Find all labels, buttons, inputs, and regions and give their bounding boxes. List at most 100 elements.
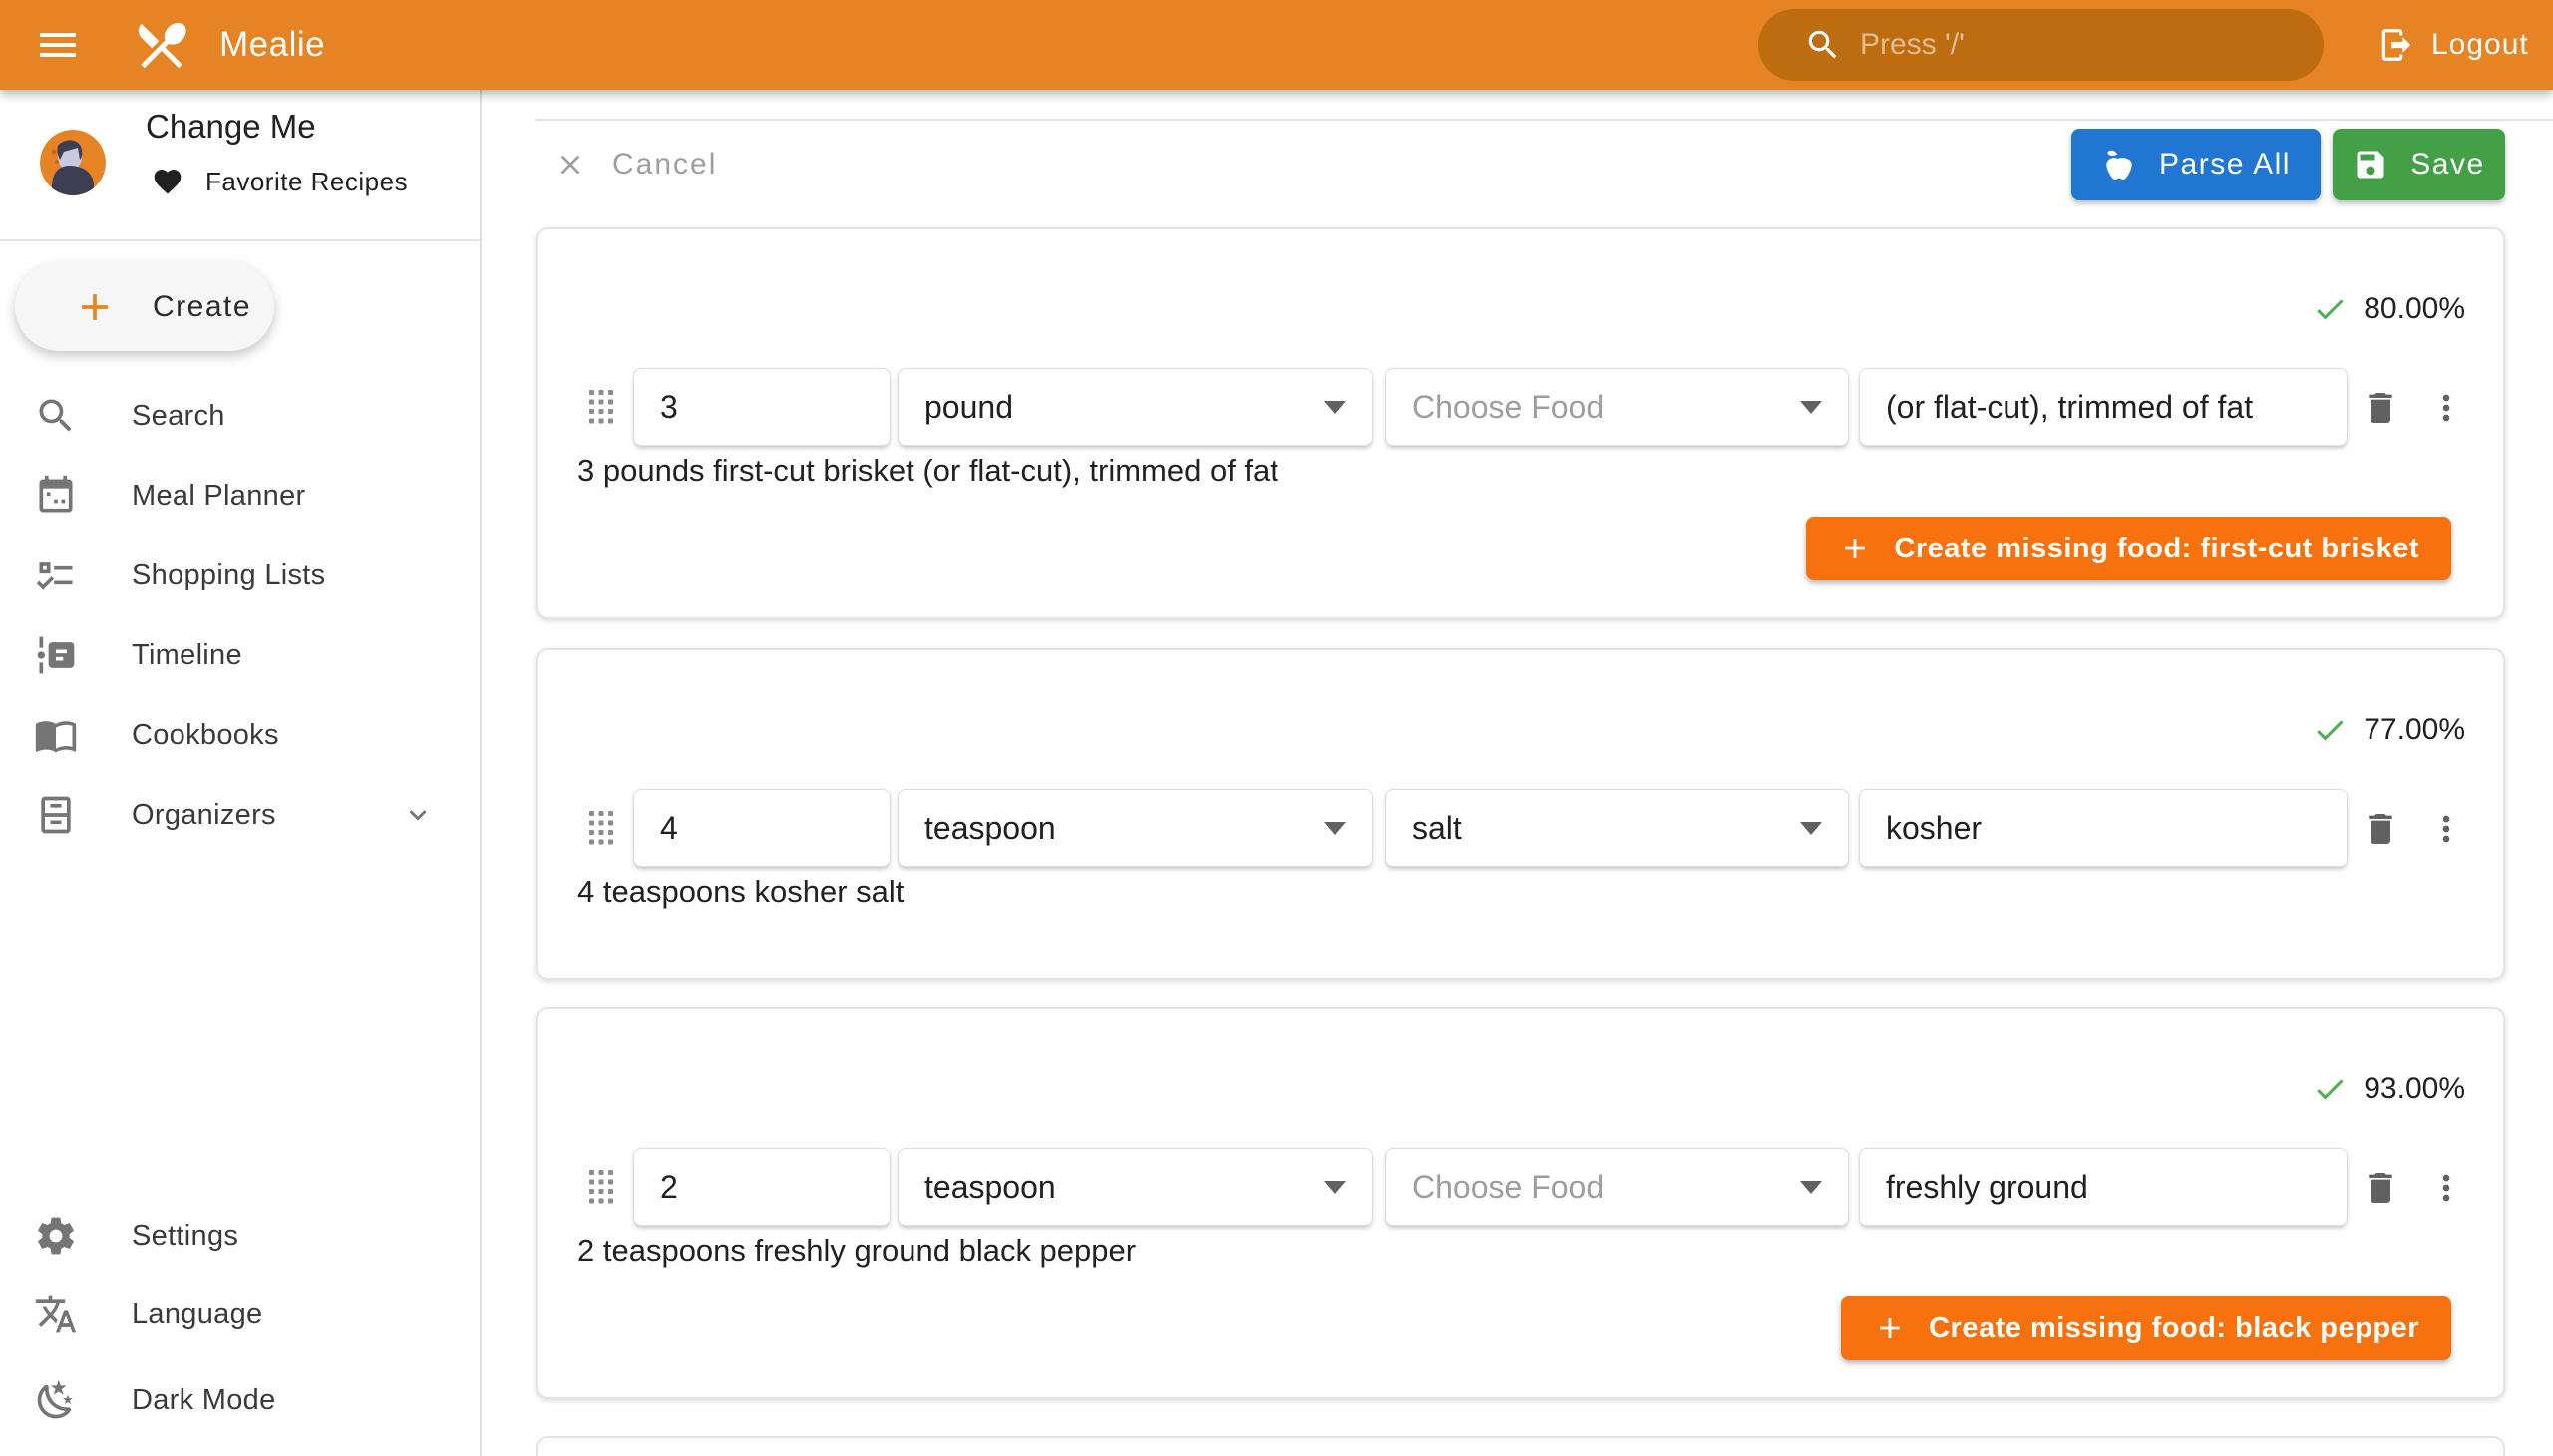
global-search[interactable] bbox=[1758, 9, 2324, 81]
unit-value: teaspoon bbox=[924, 810, 1324, 847]
note-input[interactable] bbox=[1886, 1169, 2321, 1206]
food-select[interactable]: salt bbox=[1385, 789, 1849, 867]
menu-button[interactable] bbox=[30, 17, 86, 73]
content-top-divider bbox=[536, 119, 2553, 121]
hamburger-icon bbox=[34, 21, 82, 69]
ingredient-card: 77.00% teaspoon salt bbox=[536, 648, 2505, 980]
create-missing-food-button[interactable]: Create missing food: black pepper bbox=[1841, 1296, 2451, 1360]
dropdown-caret-icon bbox=[1324, 822, 1346, 835]
sidebar-item-meal-planner[interactable]: Meal Planner bbox=[0, 456, 480, 536]
note-input[interactable] bbox=[1886, 810, 2321, 847]
ingredient-card: 80.00% pound Choose Food bbox=[536, 227, 2505, 619]
unit-select[interactable]: teaspoon bbox=[898, 1148, 1373, 1226]
sidebar-item-cookbooks[interactable]: Cookbooks bbox=[0, 695, 480, 775]
create-missing-food-label: Create missing food: first-cut brisket bbox=[1894, 533, 2419, 565]
ingredient-menu-button[interactable] bbox=[2424, 387, 2468, 431]
note-field bbox=[1859, 368, 2348, 446]
check-icon bbox=[2312, 712, 2348, 748]
sidebar-item-label: Timeline bbox=[132, 639, 242, 672]
note-input[interactable] bbox=[1886, 389, 2321, 426]
save-label: Save bbox=[2410, 148, 2484, 182]
quantity-input[interactable] bbox=[660, 389, 864, 426]
ingredient-menu-button[interactable] bbox=[2424, 1167, 2468, 1211]
create-label: Create bbox=[153, 290, 251, 324]
timeline-icon bbox=[34, 633, 78, 677]
sidebar-item-organizers[interactable]: Organizers bbox=[0, 775, 480, 855]
drag-handle-icon[interactable] bbox=[589, 1170, 613, 1204]
cancel-label: Cancel bbox=[612, 148, 717, 182]
food-select[interactable]: Choose Food bbox=[1385, 1148, 1849, 1226]
sidebar-item-shopping-lists[interactable]: Shopping Lists bbox=[0, 536, 480, 615]
original-ingredient-text: 2 teaspoons freshly ground black pepper bbox=[577, 1233, 1136, 1269]
unit-select[interactable]: pound bbox=[898, 368, 1373, 446]
kebab-menu-icon bbox=[2426, 388, 2466, 428]
search-icon bbox=[1804, 26, 1842, 64]
delete-ingredient-button[interactable] bbox=[2359, 1167, 2402, 1211]
unit-select[interactable]: teaspoon bbox=[898, 789, 1373, 867]
food-placeholder: Choose Food bbox=[1412, 389, 1800, 426]
search-input[interactable] bbox=[1860, 28, 2279, 62]
book-open-icon bbox=[34, 713, 78, 757]
quantity-input[interactable] bbox=[660, 1169, 864, 1206]
sidebar-item-label: Dark Mode bbox=[132, 1384, 276, 1417]
create-button[interactable]: Create bbox=[15, 262, 274, 351]
plus-icon bbox=[73, 285, 117, 329]
avatar[interactable] bbox=[40, 130, 106, 195]
gear-icon bbox=[34, 1214, 78, 1258]
confidence-value: 77.00% bbox=[2364, 713, 2465, 747]
logout-label: Logout bbox=[2431, 28, 2529, 62]
favorite-recipes-link[interactable]: Favorite Recipes bbox=[152, 166, 408, 197]
ingredient-fields-row: pound Choose Food bbox=[538, 368, 2503, 446]
page: Mealie Logout Change Me Favorite Recipes bbox=[0, 0, 2553, 1456]
sidebar-divider bbox=[0, 239, 480, 241]
confidence-indicator: 80.00% bbox=[2312, 291, 2465, 327]
moon-stars-icon bbox=[34, 1378, 78, 1422]
sidebar-item-label: Cookbooks bbox=[132, 719, 279, 752]
quantity-input[interactable] bbox=[660, 810, 864, 847]
file-cabinet-icon bbox=[34, 793, 78, 837]
close-icon bbox=[554, 149, 586, 181]
app-title: Mealie bbox=[219, 25, 325, 65]
delete-ingredient-button[interactable] bbox=[2359, 387, 2402, 431]
apple-icon bbox=[2101, 147, 2137, 182]
logout-icon bbox=[2377, 26, 2415, 64]
delete-ingredient-button[interactable] bbox=[2359, 808, 2402, 852]
heart-icon bbox=[152, 166, 183, 197]
create-missing-food-button[interactable]: Create missing food: first-cut brisket bbox=[1806, 517, 2451, 580]
sidebar-item-settings[interactable]: Settings bbox=[0, 1196, 480, 1275]
kebab-menu-icon bbox=[2426, 1168, 2466, 1208]
original-ingredient-text: 4 teaspoons kosher salt bbox=[577, 874, 904, 910]
sidebar: Change Me Favorite Recipes Create Search… bbox=[0, 90, 482, 1456]
confidence-value: 93.00% bbox=[2364, 1072, 2465, 1106]
sidebar-item-search[interactable]: Search bbox=[0, 376, 480, 456]
chevron-down-icon bbox=[401, 798, 435, 832]
cancel-button[interactable]: Cancel bbox=[554, 143, 717, 186]
drag-handle-icon[interactable] bbox=[589, 811, 613, 845]
save-button[interactable]: Save bbox=[2333, 129, 2505, 200]
trash-icon bbox=[2361, 1168, 2400, 1208]
ingredient-menu-button[interactable] bbox=[2424, 808, 2468, 852]
trash-icon bbox=[2361, 809, 2400, 849]
original-ingredient-text: 3 pounds first-cut brisket (or flat-cut)… bbox=[577, 453, 1278, 489]
sidebar-item-dark-mode[interactable]: Dark Mode bbox=[0, 1360, 480, 1440]
sidebar-item-timeline[interactable]: Timeline bbox=[0, 615, 480, 695]
food-select[interactable]: Choose Food bbox=[1385, 368, 1849, 446]
app-bar: Mealie Logout bbox=[0, 0, 2553, 90]
plus-icon bbox=[1838, 532, 1872, 565]
logout-button[interactable]: Logout bbox=[2377, 0, 2529, 90]
ingredient-card-partial bbox=[536, 1436, 2505, 1456]
confidence-indicator: 93.00% bbox=[2312, 1071, 2465, 1107]
trash-icon bbox=[2361, 388, 2400, 428]
user-name: Change Me bbox=[146, 108, 316, 146]
confidence-value: 80.00% bbox=[2364, 292, 2465, 326]
sidebar-item-label: Settings bbox=[132, 1220, 238, 1253]
sidebar-item-language[interactable]: Language bbox=[0, 1274, 480, 1354]
quantity-field bbox=[633, 789, 891, 867]
sidebar-item-label: Language bbox=[132, 1298, 262, 1331]
unit-value: teaspoon bbox=[924, 1169, 1324, 1206]
parse-all-button[interactable]: Parse All bbox=[2071, 129, 2321, 200]
checklist-icon bbox=[34, 553, 78, 597]
dropdown-caret-icon bbox=[1324, 1181, 1346, 1194]
sidebar-item-label: Shopping Lists bbox=[132, 559, 325, 592]
drag-handle-icon[interactable] bbox=[589, 390, 613, 424]
